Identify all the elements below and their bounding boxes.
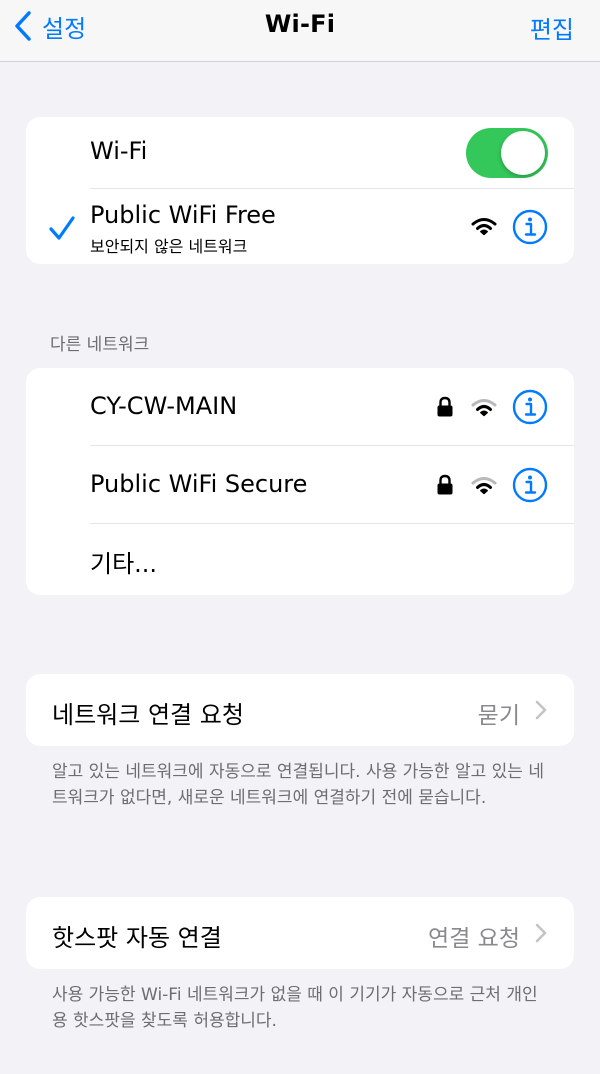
wifi-toggle[interactable] <box>466 128 548 178</box>
edit-button[interactable]: 편집 <box>530 10 574 45</box>
ask-to-join-value: 묻기 <box>477 703 520 729</box>
network-name: Public WiFi Secure <box>90 470 308 498</box>
navigation-bar: 설정 Wi-Fi 편집 <box>0 0 600 62</box>
checkmark-icon <box>49 216 75 240</box>
network-name: CY-CW-MAIN <box>90 392 238 420</box>
wifi-label: Wi-Fi <box>90 137 148 165</box>
hotspot-label: 핫스팟 자동 연결 <box>52 924 222 952</box>
wifi-signal-icon <box>471 399 497 417</box>
ask-to-join-label: 네트워크 연결 요청 <box>52 701 244 729</box>
hotspot-group: 핫스팟 자동 연결 연결 요청 <box>26 897 574 969</box>
info-icon[interactable] <box>512 209 548 245</box>
lock-icon <box>437 396 453 417</box>
hotspot-row[interactable]: 핫스팟 자동 연결 연결 요청 <box>26 897 574 969</box>
info-icon[interactable] <box>512 389 548 425</box>
current-network-security: 보안되지 않은 네트워크 <box>90 237 248 256</box>
wifi-signal-icon <box>471 477 497 495</box>
wifi-toggle-row: Wi-Fi <box>26 117 574 189</box>
other-networks-group: CY-CW-MAIN Public WiFi Secure 기타... <box>26 368 574 595</box>
hotspot-footer: 사용 가능한 Wi-Fi 네트워크가 없을 때 이 기기가 자동으로 근처 개인… <box>52 985 538 1031</box>
current-network-name: Public WiFi Free <box>90 201 276 229</box>
ask-to-join-row[interactable]: 네트워크 연결 요청 묻기 <box>26 674 574 746</box>
info-icon[interactable] <box>512 467 548 503</box>
wifi-group: Wi-Fi Public WiFi Free 보안되지 않은 네트워크 <box>26 117 574 264</box>
chevron-right-icon <box>535 923 547 943</box>
network-row-cy-cw-main[interactable]: CY-CW-MAIN <box>26 368 574 445</box>
wifi-signal-icon <box>471 218 497 236</box>
page-title: Wi-Fi <box>264 10 336 38</box>
hotspot-value: 연결 요청 <box>428 926 520 952</box>
network-row-public-wifi-secure[interactable]: Public WiFi Secure <box>26 446 574 523</box>
lock-icon <box>437 474 453 495</box>
toggle-knob <box>501 131 545 175</box>
other-network-label: 기타... <box>90 550 158 578</box>
ask-to-join-footer: 알고 있는 네트워크에 자동으로 연결됩니다. 사용 가능한 알고 있는 네트워… <box>52 762 544 808</box>
other-network-row[interactable]: 기타... <box>26 524 574 595</box>
chevron-right-icon <box>535 700 547 720</box>
ask-to-join-group: 네트워크 연결 요청 묻기 <box>26 674 574 746</box>
current-network-row[interactable]: Public WiFi Free 보안되지 않은 네트워크 <box>26 189 574 264</box>
other-networks-header: 다른 네트워크 <box>50 335 150 355</box>
